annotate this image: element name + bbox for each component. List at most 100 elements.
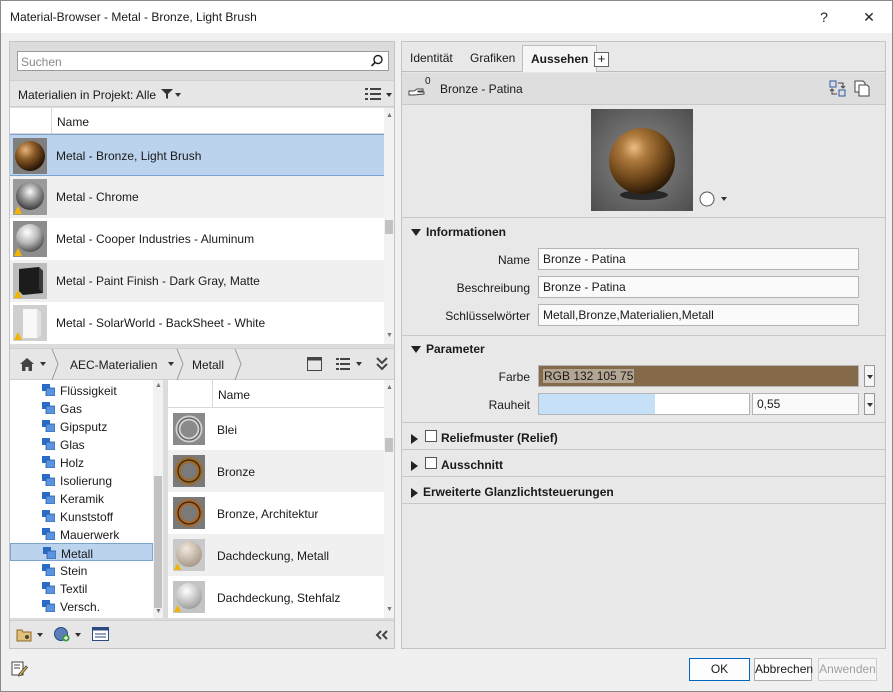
scroll-up-icon[interactable]: ▲ xyxy=(386,384,393,391)
rauheit-dropdown-button[interactable] xyxy=(864,393,875,415)
breadcrumb-item[interactable]: Metall xyxy=(192,358,224,372)
expand-down-icon[interactable] xyxy=(376,357,388,371)
collapse-left-icon[interactable] xyxy=(375,630,389,640)
farbe-color-field[interactable]: RGB 132 105 75 xyxy=(538,365,859,387)
view-options-dropdown-icon[interactable] xyxy=(386,93,392,97)
tree-item[interactable]: Textil xyxy=(10,579,153,597)
breadcrumb-dropdown-icon[interactable] xyxy=(168,362,174,366)
relief-checkbox[interactable] xyxy=(425,430,437,442)
view-options-icon[interactable] xyxy=(365,87,381,101)
ausschnitt-checkbox[interactable] xyxy=(425,457,437,469)
home-icon[interactable] xyxy=(19,357,35,372)
library-material-row[interactable]: Blei xyxy=(168,408,384,450)
column-divider xyxy=(51,108,52,134)
search-input[interactable]: Suchen xyxy=(17,51,389,71)
notes-edit-icon[interactable] xyxy=(11,661,28,677)
scroll-up-icon[interactable]: ▲ xyxy=(386,112,393,119)
material-list-scroll-thumb[interactable] xyxy=(385,220,393,234)
material-list-header[interactable]: Name xyxy=(10,108,384,134)
tree-scrollbar[interactable]: ▲ ▼ xyxy=(153,380,163,618)
material-list-scrollbar[interactable]: ▲ ▼ xyxy=(384,108,394,344)
library-list-scrollbar[interactable]: ▲ ▼ xyxy=(384,380,394,618)
informationen-header[interactable]: Informationen xyxy=(411,225,506,239)
tab-aussehen[interactable]: Aussehen xyxy=(522,45,598,72)
parameter-header[interactable]: Parameter xyxy=(411,342,485,356)
material-row[interactable]: Metal - Paint Finish - Dark Gray, Matte xyxy=(10,260,384,302)
tree-item[interactable]: Stein xyxy=(10,561,153,579)
keywords-field[interactable]: Metall,Bronze,Materialien,Metall xyxy=(538,304,859,326)
tree-item[interactable]: Flüssigkeit xyxy=(10,381,153,399)
cancel-button[interactable]: Abbrechen xyxy=(754,658,813,681)
library-breadcrumb-bar: AEC-Materialien Metall xyxy=(10,348,394,380)
hand-icon xyxy=(408,88,425,96)
tab-identitaet[interactable]: Identität xyxy=(410,51,453,65)
tree-item[interactable]: Versch. xyxy=(10,597,153,615)
tree-item[interactable]: Keramik xyxy=(10,489,153,507)
rauheit-value-field[interactable]: 0,55 xyxy=(752,393,859,415)
ausschnitt-header[interactable] xyxy=(411,458,423,472)
column-name-header: Name xyxy=(57,115,90,129)
tree-item[interactable]: Glas xyxy=(10,435,153,453)
library-list-scroll-thumb[interactable] xyxy=(385,438,393,452)
duplicate-asset-icon[interactable] xyxy=(854,80,870,97)
tree-item[interactable]: Kunststoff xyxy=(10,507,153,525)
library-material-name: Bronze, Architektur xyxy=(217,507,319,521)
tree-item[interactable]: Gipsputz xyxy=(10,417,153,435)
tree-scroll-thumb[interactable] xyxy=(154,476,162,608)
scroll-down-icon[interactable]: ▼ xyxy=(155,608,162,615)
material-row[interactable]: Metal - Cooper Industries - Aluminum xyxy=(10,218,384,260)
category-icon xyxy=(42,582,55,594)
rauheit-slider[interactable] xyxy=(538,393,750,415)
tree-item[interactable]: Metall xyxy=(10,543,153,561)
asset-browser-icon[interactable] xyxy=(92,627,109,641)
list-view-dropdown-icon[interactable] xyxy=(356,362,362,366)
add-asset-button[interactable]: + xyxy=(594,52,609,67)
tree-item-label: Glas xyxy=(60,438,85,452)
list-view-icon[interactable] xyxy=(336,357,350,370)
name-field[interactable]: Bronze - Patina xyxy=(538,248,859,270)
material-row[interactable]: Metal - SolarWorld - BackSheet - White xyxy=(10,302,384,344)
help-button[interactable]: ? xyxy=(809,5,839,29)
scroll-up-icon[interactable]: ▲ xyxy=(155,382,162,389)
library-material-row[interactable]: Dachdeckung, Metall xyxy=(168,534,384,576)
category-icon xyxy=(42,564,55,576)
tree-item[interactable]: Gas xyxy=(10,399,153,417)
ok-button[interactable]: OK xyxy=(689,658,750,681)
library-folder-icon[interactable] xyxy=(16,627,32,642)
section-divider xyxy=(402,476,885,477)
asset-usage-count: 0 xyxy=(425,76,431,87)
apply-button[interactable]: Anwenden xyxy=(818,658,877,681)
material-row[interactable]: Metal - Bronze, Light Brush xyxy=(10,134,384,176)
create-material-icon[interactable] xyxy=(54,626,70,642)
glanzlicht-header[interactable]: Erweiterte Glanzlichtsteuerungen xyxy=(411,485,614,499)
filter-icon[interactable] xyxy=(161,88,173,100)
tree-item[interactable]: Holz xyxy=(10,453,153,471)
tree-item[interactable]: Isolierung xyxy=(10,471,153,489)
beschreibung-field[interactable]: Bronze - Patina xyxy=(538,276,859,298)
search-icon[interactable] xyxy=(370,54,384,68)
preview-shape-icon[interactable] xyxy=(699,191,715,207)
rauheit-label: Rauheit xyxy=(488,398,530,412)
tree-item[interactable]: Mauerwerk xyxy=(10,525,153,543)
library-material-row[interactable]: Bronze, Architektur xyxy=(168,492,384,534)
close-button[interactable]: ✕ xyxy=(854,5,884,29)
relief-header[interactable] xyxy=(411,431,423,445)
preview-shape-dropdown-icon[interactable] xyxy=(721,197,727,201)
library-material-row[interactable]: Dachdeckung, Stehfalz xyxy=(168,576,384,618)
library-material-row[interactable]: Bronze xyxy=(168,450,384,492)
home-dropdown-icon[interactable] xyxy=(40,362,46,366)
breadcrumb-item[interactable]: AEC-Materialien xyxy=(70,358,157,372)
farbe-dropdown-button[interactable] xyxy=(864,365,875,387)
material-row[interactable]: Metal - Chrome xyxy=(10,176,384,218)
library-list-header[interactable]: Name xyxy=(168,380,384,408)
scroll-down-icon[interactable]: ▼ xyxy=(386,606,393,613)
scroll-down-icon[interactable]: ▼ xyxy=(386,332,393,339)
breadcrumb-separator-icon xyxy=(176,349,184,380)
panel-toggle-icon[interactable] xyxy=(307,357,322,371)
tab-grafiken[interactable]: Grafiken xyxy=(470,51,515,65)
create-material-dropdown-icon[interactable] xyxy=(75,633,81,637)
replace-asset-icon[interactable] xyxy=(829,80,846,97)
library-folder-dropdown-icon[interactable] xyxy=(37,633,43,637)
beige-sphere-thumbnail xyxy=(173,539,205,571)
filter-dropdown-icon[interactable] xyxy=(175,93,181,97)
